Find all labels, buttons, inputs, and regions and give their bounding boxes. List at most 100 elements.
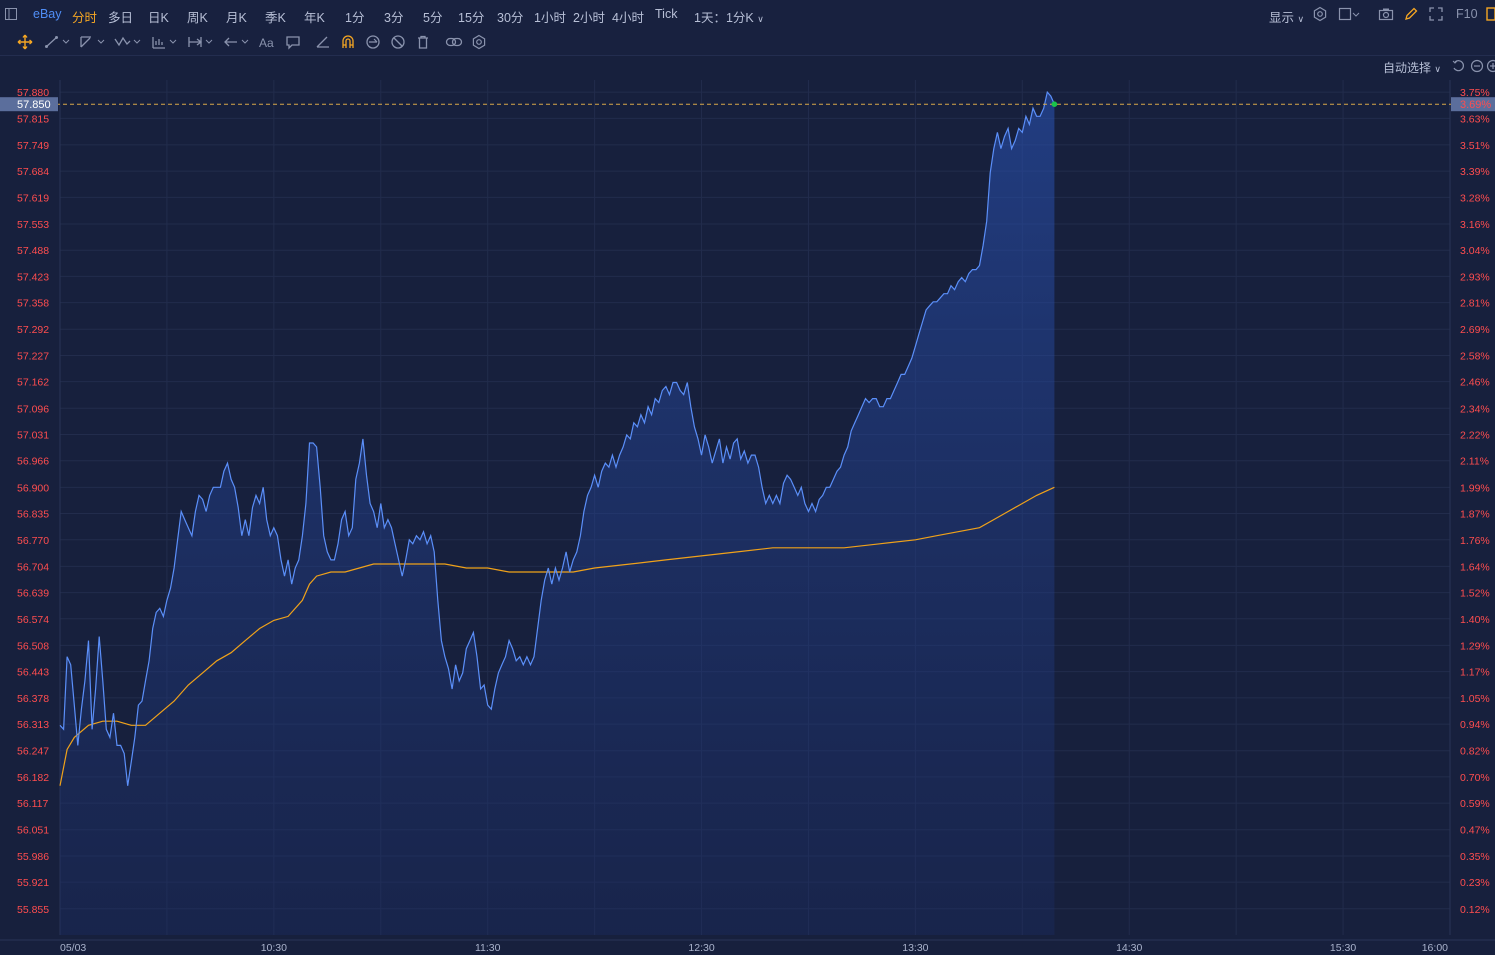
y-tick-label-left: 56.508 [17,640,49,652]
link-icon[interactable] [445,34,463,50]
hide-drawings-icon[interactable] [390,34,406,50]
layout-icon[interactable] [1338,6,1360,22]
tab-period-quarterly[interactable]: 季K [265,7,286,26]
tab-period-daily[interactable]: 日K [148,7,169,26]
magnet-icon[interactable] [340,34,356,50]
y-tick-label-right: 3.51% [1460,140,1490,152]
sidebar-toggle-icon[interactable] [4,7,20,23]
tab-period-1h[interactable]: 1小时 [534,7,566,26]
y-tick-label-left: 57.488 [17,245,49,257]
measure-tool-icon[interactable] [187,34,215,50]
tab-period-2h[interactable]: 2小时 [573,7,605,26]
f10-button[interactable]: F10 [1456,7,1478,21]
y-tick-label-right: 1.87% [1460,509,1490,521]
y-tick-label-left: 55.986 [17,851,49,863]
tab-period-weekly[interactable]: 周K [187,7,208,26]
y-tick-label-right: 2.58% [1460,350,1490,362]
chevron-down-icon: ∨ [1434,64,1441,74]
y-tick-label-left: 57.227 [17,350,49,362]
channel-tool-icon[interactable] [79,34,107,50]
price-line [59,90,1055,786]
y-tick-label-left: 57.815 [17,113,49,125]
y-tick-label-right: 3.28% [1460,192,1490,204]
current-pct-value: 3.69% [1460,99,1491,111]
current-price-left-label: 57.850 [0,97,58,112]
tab-period-15min[interactable]: 15分 [458,7,484,26]
y-tick-label-left: 57.749 [17,140,49,152]
panel-toggle-icon[interactable] [1486,6,1495,22]
y-tick-label-left: 55.855 [17,904,49,916]
y-tick-label-left: 57.096 [17,403,49,415]
wave-tool-icon[interactable] [114,34,142,50]
drawing-settings-icon[interactable] [471,34,487,50]
text-tool-icon[interactable]: Aa [259,36,277,52]
y-tick-label-right: 1.99% [1460,482,1490,494]
x-tick-label: 16:00 [1422,942,1448,954]
tab-period-1min[interactable]: 1分 [345,7,364,26]
y-tick-label-left: 56.247 [17,746,49,758]
tab-period-tick[interactable]: Tick [655,7,677,21]
y-tick-label-left: 56.835 [17,509,49,521]
y-axis-right: 3.75% 3.63% 3.51% 3.39% 3.28% 3.16% 3.04% 2.93%… [1460,87,1490,916]
y-tick-label-right: 0.70% [1460,772,1490,784]
x-tick-label: 10:30 [261,942,287,954]
y-tick-label-right: 3.39% [1460,166,1490,178]
x-tick-label: 05/03 [60,942,86,954]
tab-period-monthly[interactable]: 月K [226,7,247,26]
y-tick-label-left: 56.770 [17,535,49,547]
price-area-fill [60,92,1055,936]
y-tick-label-left: 57.423 [17,271,49,283]
auto-select-dropdown[interactable]: 自动选择 ∨ [1383,59,1441,76]
zoom-out-icon[interactable] [1470,59,1484,76]
angle-tool-icon[interactable] [315,34,331,50]
y-tick-label-right: 0.59% [1460,798,1490,810]
tab-period-30min[interactable]: 30分 [497,7,523,26]
y-tick-label-left: 57.292 [17,324,49,336]
pencil-icon[interactable] [1403,6,1419,22]
y-tick-label-left: 56.313 [17,719,49,731]
tab-period-duori[interactable]: 多日 [108,7,133,26]
y-tick-label-left: 56.704 [17,561,49,573]
kline-mode-dropdown[interactable]: 1天：1分K ∨ [694,7,764,26]
y-tick-label-left: 56.443 [17,667,49,679]
drawing-toolbar: Aa [0,29,1495,56]
y-tick-label-left: 57.031 [17,430,49,442]
y-tick-label-right: 1.40% [1460,614,1490,626]
auto-select-label: 自动选择 [1383,61,1432,75]
fib-tool-icon[interactable] [151,34,179,50]
chevron-down-icon: ∨ [757,14,764,24]
intraday-chart[interactable]: 57.880 57.815 57.749 57.684 57.619 57.553 57.4… [0,0,1495,955]
y-tick-label-right: 2.34% [1460,403,1490,415]
settings-icon[interactable] [1312,6,1328,22]
y-tick-label-right: 1.05% [1460,693,1490,705]
crosshair-move-icon[interactable] [17,34,33,50]
tab-period-yearly[interactable]: 年K [304,7,325,26]
y-tick-label-right: 1.64% [1460,561,1490,573]
y-tick-label-right: 2.69% [1460,324,1490,336]
comment-tool-icon[interactable] [285,34,301,50]
undo-icon[interactable] [1451,59,1465,76]
display-dropdown[interactable]: 显示 ∨ [1269,7,1304,26]
trash-icon[interactable] [415,34,431,50]
y-tick-label-left: 57.880 [17,87,49,99]
y-tick-label-right: 0.82% [1460,746,1490,758]
y-tick-label-left: 55.921 [17,877,49,889]
tab-period-3min[interactable]: 3分 [384,7,403,26]
trend-line-icon[interactable] [44,34,72,50]
y-tick-label-right: 2.46% [1460,377,1490,389]
y-tick-label-right: 0.35% [1460,851,1490,863]
symbol-name[interactable]: eBay [33,7,62,21]
tab-period-5min[interactable]: 5分 [423,7,442,26]
tab-period-fenshi[interactable]: 分时 [72,7,97,26]
y-tick-label-left: 56.378 [17,693,49,705]
camera-icon[interactable] [1378,6,1394,22]
y-tick-label-left: 57.358 [17,298,49,310]
fullscreen-icon[interactable] [1428,6,1444,22]
sync-icon[interactable] [365,34,381,50]
tab-period-4h[interactable]: 4小时 [612,7,644,26]
x-tick-label: 12:30 [688,942,714,954]
y-tick-label-right: 2.93% [1460,271,1490,283]
y-tick-label-right: 1.52% [1460,588,1490,600]
arrow-tool-icon[interactable] [223,34,251,50]
zoom-in-icon[interactable] [1486,59,1495,76]
